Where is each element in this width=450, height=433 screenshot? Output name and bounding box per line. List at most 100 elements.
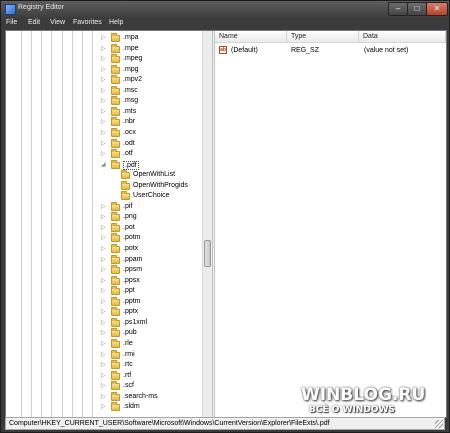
- tree-item[interactable]: UserChoice: [6, 191, 202, 202]
- menu-favorites[interactable]: Favorites: [73, 19, 102, 26]
- menu-file[interactable]: File: [6, 19, 17, 26]
- tree-item[interactable]: ▷ .mpa: [6, 33, 202, 44]
- expand-arrow-icon[interactable]: ▷: [101, 108, 106, 116]
- tree-item[interactable]: ▷ .potx: [6, 244, 202, 255]
- registry-tree[interactable]: ▷ .mpa ▷ .mpe ▷ .mpeg ▷ .mpg ▷ .mpv2 ▷ .msc ▷ .msg ▷ .m…: [6, 31, 202, 417]
- tree-item[interactable]: ▷ .mpv2: [6, 75, 202, 86]
- tree-item-label[interactable]: .ppam: [123, 256, 142, 263]
- tree-item[interactable]: ▷ .msc: [6, 85, 202, 97]
- tree-item-label[interactable]: .rle: [123, 340, 133, 347]
- values-list[interactable]: Name Type Data ab (Default) REG_SZ (valu…: [215, 31, 446, 417]
- expand-arrow-icon[interactable]: ▷: [101, 203, 106, 211]
- tree-item[interactable]: ▷ .mpg: [6, 64, 202, 76]
- tree-item[interactable]: ▷ .pub: [6, 328, 202, 339]
- tree-item-label[interactable]: .potm: [123, 234, 141, 241]
- tree-item-label[interactable]: .mpeg: [123, 55, 142, 62]
- tree-item[interactable]: ▷ .ppsx: [6, 275, 202, 287]
- expand-arrow-icon[interactable]: ▷: [101, 234, 106, 242]
- tree-item-label[interactable]: .ppsm: [123, 266, 142, 273]
- menu-help[interactable]: Help: [109, 19, 123, 26]
- expand-arrow-icon[interactable]: ▷: [101, 129, 106, 137]
- tree-item-label[interactable]: .pif: [123, 203, 132, 210]
- title-bar[interactable]: Registry Editor – □ ✕: [1, 1, 449, 17]
- tree-item[interactable]: ▷ .scf: [6, 381, 202, 392]
- tree-item[interactable]: ▷ .otf: [6, 149, 202, 160]
- expand-arrow-icon[interactable]: ▷: [101, 76, 106, 84]
- column-header-data[interactable]: Data: [359, 31, 446, 43]
- tree-item-label[interactable]: .rmi: [123, 351, 135, 358]
- tree-item[interactable]: ▷ .odt: [6, 138, 202, 150]
- tree-item-label[interactable]: .mts: [123, 108, 136, 115]
- tree-item-label[interactable]: .pot: [123, 224, 135, 231]
- tree-item-label[interactable]: .rtf: [123, 372, 131, 379]
- tree-item[interactable]: ▷ .png: [6, 212, 202, 223]
- resize-grip[interactable]: [435, 420, 443, 428]
- expand-arrow-icon[interactable]: ▷: [101, 266, 106, 274]
- expand-arrow-icon[interactable]: ▷: [101, 34, 106, 42]
- expand-arrow-icon[interactable]: ▷: [101, 287, 106, 295]
- tree-item-label[interactable]: .pptx: [123, 308, 138, 315]
- tree-item-label[interactable]: .ocx: [123, 129, 136, 136]
- minimize-button[interactable]: –: [388, 2, 408, 16]
- close-button[interactable]: ✕: [426, 2, 448, 16]
- expand-arrow-icon[interactable]: ▷: [101, 140, 106, 148]
- tree-item-label[interactable]: .png: [123, 213, 137, 220]
- tree-item-label[interactable]: .potx: [123, 245, 138, 252]
- tree-item-label[interactable]: .ppsx: [123, 277, 140, 284]
- tree-item-label[interactable]: .odt: [123, 140, 135, 147]
- expand-arrow-icon[interactable]: ▷: [101, 351, 106, 359]
- tree-item-label[interactable]: .mpg: [123, 66, 139, 73]
- expand-arrow-icon[interactable]: ▷: [101, 277, 106, 285]
- tree-item[interactable]: ▷ .ps1xml: [6, 317, 202, 329]
- expand-arrow-icon[interactable]: ▷: [101, 298, 106, 306]
- tree-item[interactable]: ▷ .pptx: [6, 307, 202, 318]
- tree-item[interactable]: ▷ .pif: [6, 201, 202, 213]
- tree-item[interactable]: ▷ .pptm: [6, 296, 202, 308]
- expand-arrow-icon[interactable]: ▷: [101, 308, 106, 316]
- expand-arrow-icon[interactable]: ▷: [101, 393, 106, 401]
- expand-arrow-icon[interactable]: ▷: [101, 382, 106, 390]
- expand-arrow-icon[interactable]: ▷: [101, 55, 106, 63]
- tree-item[interactable]: ▷ .msg: [6, 96, 202, 107]
- tree-item[interactable]: ▷ .search-ms: [6, 391, 202, 403]
- tree-item-label[interactable]: .ps1xml: [123, 319, 147, 326]
- column-header-type[interactable]: Type: [287, 31, 359, 43]
- expand-arrow-icon[interactable]: ▷: [101, 97, 106, 105]
- column-header-name[interactable]: Name: [215, 31, 287, 43]
- expand-arrow-icon[interactable]: ▷: [101, 150, 106, 158]
- tree-item-label[interactable]: .sldm: [123, 403, 140, 410]
- tree-scrollbar[interactable]: [202, 31, 212, 417]
- tree-item-label[interactable]: .pptm: [123, 298, 141, 305]
- expand-arrow-icon[interactable]: ▷: [101, 372, 106, 380]
- tree-item-label[interactable]: .search-ms: [123, 393, 158, 400]
- expand-arrow-icon[interactable]: ▷: [101, 45, 106, 53]
- expand-arrow-icon[interactable]: ▷: [101, 403, 106, 411]
- menu-edit[interactable]: Edit: [28, 19, 40, 26]
- tree-item-label[interactable]: .mpe: [123, 45, 139, 52]
- tree-item[interactable]: ▷ .rle: [6, 338, 202, 350]
- expand-arrow-icon[interactable]: ▷: [101, 340, 106, 348]
- tree-item-label[interactable]: .mpv2: [123, 76, 142, 83]
- tree-item[interactable]: ▷ .ppam: [6, 254, 202, 266]
- tree-item[interactable]: ▷ .nbr: [6, 117, 202, 128]
- expand-arrow-icon[interactable]: ▷: [101, 224, 106, 232]
- tree-item-label[interactable]: .scf: [123, 382, 134, 389]
- tree-item-label[interactable]: .otf: [123, 150, 133, 157]
- tree-item[interactable]: OpenWithProgids: [6, 180, 202, 192]
- tree-item[interactable]: ▷ .mpe: [6, 43, 202, 55]
- tree-item-label[interactable]: OpenWithProgids: [133, 182, 188, 189]
- tree-item[interactable]: ▷ .pot: [6, 222, 202, 234]
- tree-item-label[interactable]: OpenWithList: [133, 171, 175, 178]
- tree-item-label[interactable]: .msg: [123, 97, 138, 104]
- tree-item-label[interactable]: .ppt: [123, 287, 135, 294]
- menu-view[interactable]: View: [50, 19, 65, 26]
- expand-arrow-icon[interactable]: ▷: [101, 213, 106, 221]
- value-name[interactable]: (Default): [231, 47, 258, 54]
- tree-item[interactable]: ▷ .ocx: [6, 127, 202, 139]
- expand-arrow-icon[interactable]: ▷: [101, 256, 106, 264]
- tree-item-label[interactable]: .pub: [123, 329, 137, 336]
- tree-item[interactable]: ▷ .rtc: [6, 360, 202, 371]
- tree-item[interactable]: ▷ .rmi: [6, 349, 202, 361]
- tree-item[interactable]: ▷ .sldm: [6, 402, 202, 413]
- tree-item[interactable]: ▷ .ppsm: [6, 265, 202, 276]
